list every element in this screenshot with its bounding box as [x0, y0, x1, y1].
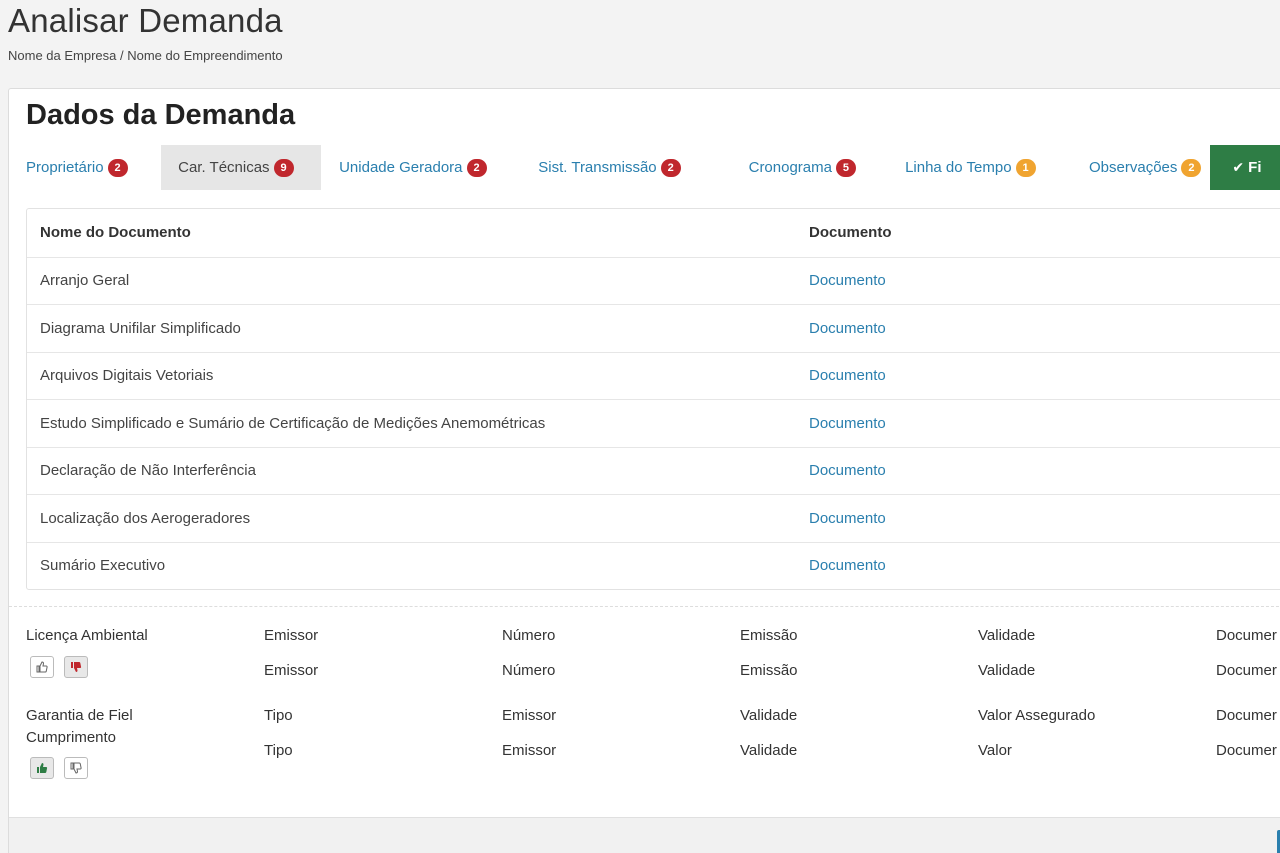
check-icon: ✔: [1232, 159, 1245, 175]
document-name: Arquivos Digitais Vetoriais: [40, 367, 214, 385]
tab-cronograma[interactable]: Cronograma 5: [711, 145, 868, 190]
tab-label: Unidade Geradora: [339, 159, 463, 176]
licenca-col-value: Emissão: [740, 662, 798, 679]
tab-sist-transmissao[interactable]: Sist. Transmissão 2: [519, 145, 710, 190]
column-header-name: Nome do Documento: [40, 224, 191, 242]
licenca-approve-button[interactable]: [30, 656, 54, 678]
licenca-col-label: Documer: [1216, 627, 1277, 644]
thumbs-up-icon: [36, 661, 48, 673]
licenca-reject-button[interactable]: [64, 656, 88, 678]
tab-label: Linha do Tempo: [905, 159, 1012, 176]
breadcrumb: Nome da Empresa / Nome do Empreendimento: [8, 48, 283, 63]
thumbs-up-icon: [37, 763, 48, 773]
page-title: Analisar Demanda: [8, 2, 283, 39]
garantia-approve-button[interactable]: [30, 757, 54, 779]
licenca-col-value: Número: [502, 662, 556, 679]
thumbs-down-icon: [70, 762, 82, 774]
licenca-title: Licença Ambiental: [26, 627, 148, 644]
table-row: Localização dos Aerogeradores Documento: [27, 494, 1280, 542]
document-name: Arranjo Geral: [40, 272, 130, 290]
garantia-col-label: Valor Assegurado: [978, 707, 1096, 724]
garantia-col-value: Valor: [978, 742, 1012, 759]
garantia-col-label: Documer: [1216, 707, 1277, 724]
column-header-doc: Documento: [809, 224, 892, 242]
licenca-col-value: Validade: [978, 662, 1036, 679]
document-name: Localização dos Aerogeradores: [40, 509, 251, 527]
garantia-title-line1: Garantia de Fiel: [26, 707, 133, 724]
document-link[interactable]: Documento: [809, 272, 1280, 289]
tab-label: Cronograma: [748, 159, 832, 176]
garantia-col-label: Emissor: [502, 707, 557, 724]
tab-count-badge: 9: [273, 158, 294, 177]
table-row: Declaração de Não Interferência Document…: [27, 446, 1280, 495]
garantia-reject-button[interactable]: [64, 757, 88, 779]
tab-count-badge: 1: [1015, 158, 1036, 177]
tab-observacoes[interactable]: Observações 2: [1049, 145, 1210, 190]
document-name: Sumário Executivo: [40, 557, 166, 575]
tab-count-badge: 2: [107, 158, 128, 177]
table-row: Estudo Simplificado e Sumário de Certifi…: [27, 399, 1280, 447]
tab-linha-do-tempo[interactable]: Linha do Tempo 1: [868, 145, 1049, 190]
document-link[interactable]: Documento: [809, 367, 1280, 384]
document-name: Declaração de Não Interferência: [40, 462, 256, 480]
document-link[interactable]: Documento: [809, 415, 1280, 432]
panel-footer: [9, 817, 1280, 853]
documents-table: Nome do Documento Documento Arranjo Gera…: [26, 208, 1280, 590]
demand-panel: Dados da Demanda Proprietário 2 Car. Téc…: [8, 88, 1280, 853]
garantia-document-link[interactable]: Documer: [1216, 742, 1277, 759]
table-row: Arquivos Digitais Vetoriais Documento: [27, 351, 1280, 400]
document-name: Diagrama Unifilar Simplificado: [40, 319, 241, 337]
tab-proprietario[interactable]: Proprietário 2: [9, 145, 161, 190]
tab-label: Observações: [1089, 159, 1178, 176]
tab-car-tecnicas[interactable]: Car. Técnicas 9: [161, 145, 322, 190]
licenca-col-label: Validade: [978, 627, 1036, 644]
tab-count-badge: 2: [466, 158, 487, 177]
finish-label: Fi: [1248, 159, 1262, 176]
licenca-col-label: Número: [502, 627, 556, 644]
tab-count-badge: 5: [835, 158, 856, 177]
garantia-col-label: Validade: [740, 707, 798, 724]
tab-label: Car. Técnicas: [178, 159, 270, 176]
garantia-col-value: Tipo: [264, 742, 293, 759]
garantia-col-value: Emissor: [502, 742, 557, 759]
tab-label: Proprietário: [26, 159, 104, 176]
document-name: Estudo Simplificado e Sumário de Certifi…: [40, 414, 546, 432]
table-row: Sumário Executivo Documento: [27, 541, 1280, 590]
table-header: Nome do Documento Documento: [27, 209, 1280, 257]
thumbs-down-icon: [71, 662, 82, 672]
section-divider: [9, 606, 1280, 607]
document-link[interactable]: Documento: [809, 462, 1280, 479]
document-link[interactable]: Documento: [809, 557, 1280, 574]
tab-count-badge: 2: [660, 158, 681, 177]
garantia-title-line2: Cumprimento: [26, 729, 117, 746]
table-row: Arranjo Geral Documento: [27, 256, 1280, 305]
tab-unidade-geradora[interactable]: Unidade Geradora 2: [321, 145, 519, 190]
garantia-col-value: Validade: [740, 742, 798, 759]
document-link[interactable]: Documento: [809, 320, 1280, 337]
licenca-col-value: Emissor: [264, 662, 319, 679]
tab-label: Sist. Transmissão: [538, 159, 657, 176]
licenca-col-label: Emissão: [740, 627, 798, 644]
licenca-col-label: Emissor: [264, 627, 319, 644]
tab-count-badge: 2: [1181, 158, 1202, 177]
table-row: Diagrama Unifilar Simplificado Documento: [27, 304, 1280, 352]
panel-title: Dados da Demanda: [26, 99, 296, 131]
garantia-col-label: Tipo: [264, 707, 293, 724]
tab-bar: Proprietário 2 Car. Técnicas 9 Unidade G…: [9, 145, 1280, 190]
licenca-document-link[interactable]: Documer: [1216, 662, 1277, 679]
finish-button[interactable]: ✔ Fi: [1210, 145, 1280, 190]
document-link[interactable]: Documento: [809, 510, 1280, 527]
